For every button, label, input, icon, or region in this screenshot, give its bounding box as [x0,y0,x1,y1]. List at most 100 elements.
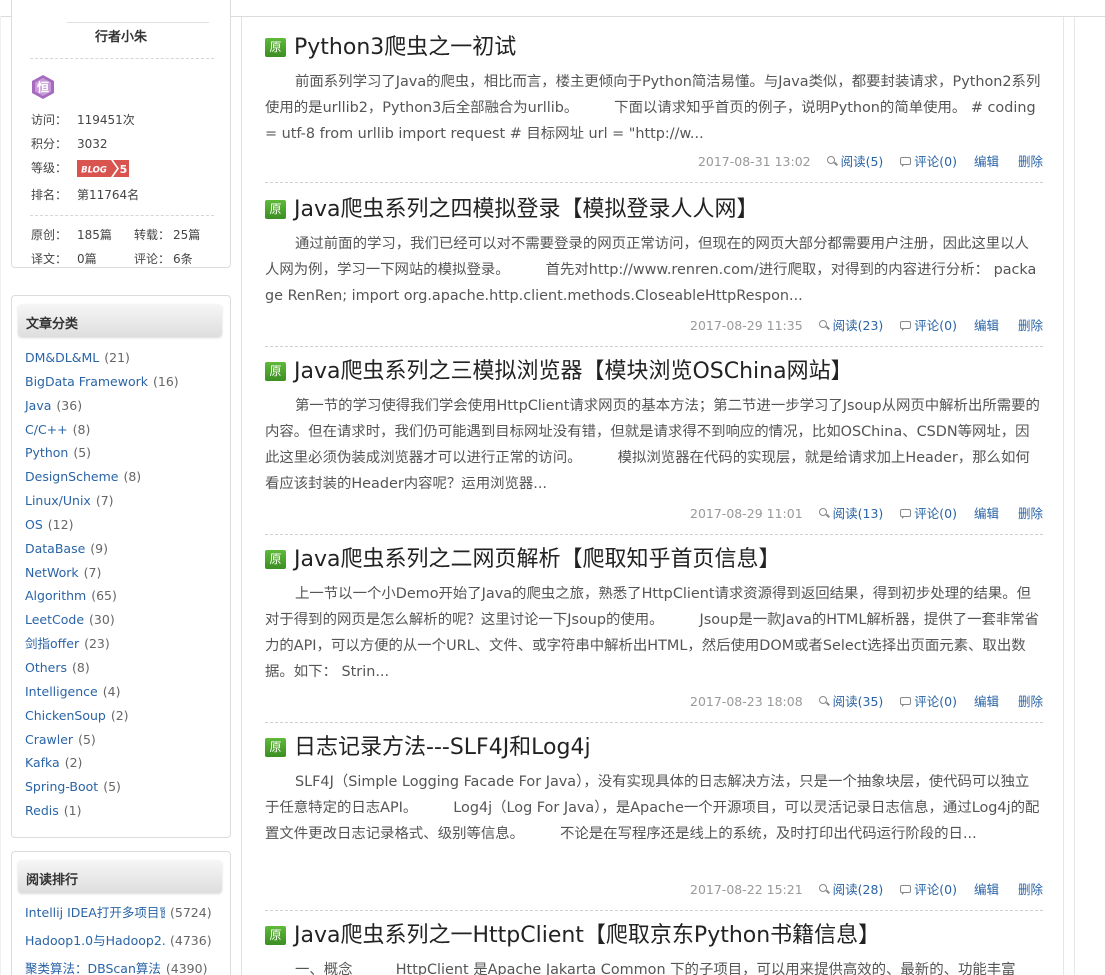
category-item: C/C++ (8) [25,420,179,444]
read-count-link[interactable]: 阅读(5) [841,154,884,169]
comment-count-link[interactable]: 评论(0) [914,506,957,521]
category-item: Intelligence (4) [25,682,179,706]
category-link[interactable]: Intelligence [25,684,98,699]
article-title[interactable]: Java爬虫系列之一HttpClient【爬取京东Python书籍信息】 [294,921,880,951]
category-count: (1) [63,803,82,819]
category-item: Others (8) [25,658,179,682]
read-count-link[interactable]: 阅读(13) [833,506,884,521]
category-item: DesignScheme (8) [25,467,179,491]
article-title[interactable]: Python3爬虫之一初试 [294,33,516,63]
category-count: (12) [47,516,74,532]
category-link[interactable]: C/C++ [25,422,68,437]
category-link[interactable]: Crawler [25,732,73,747]
category-item: Algorithm (65) [25,586,179,610]
category-link[interactable]: 剑指offer [25,636,79,651]
comment-icon [900,508,912,519]
article-separator [265,346,1043,347]
read-count-link[interactable]: 阅读(28) [833,882,884,897]
ranking-link[interactable]: 聚类算法：DBScan算法 [25,959,161,975]
category-link[interactable]: OS [25,517,43,532]
original-badge: 原 [265,926,286,945]
edit-link[interactable]: 编辑 [974,882,999,897]
category-count: (30) [89,612,115,628]
right-divider [1063,17,1064,975]
original-badge: 原 [265,738,286,757]
comment-count-link[interactable]: 评论(0) [914,154,957,169]
original-badge: 原 [265,550,286,569]
read-count-link[interactable]: 阅读(35) [833,694,884,709]
category-link[interactable]: Python [25,445,68,460]
comment-count-link[interactable]: 评论(0) [914,318,957,333]
ranking-list: Intellij IDEA打开多项目窗 (5724) Hadoop1.0与Hadoo… [25,903,212,975]
edit-link[interactable]: 编辑 [974,154,999,169]
category-link[interactable]: BigData Framework [25,374,148,389]
category-link[interactable]: Kafka [25,755,60,770]
right-divider-outer [1074,17,1075,975]
original-badge: 原 [265,38,286,57]
category-item: BigData Framework (16) [25,372,179,396]
ranking-count: (5724) [170,905,212,920]
original-badge: 原 [265,200,286,219]
article-title[interactable]: Java爬虫系列之二网页解析【爬取知乎首页信息】 [294,545,780,575]
article-title[interactable]: Java爬虫系列之四模拟登录【模拟登录人人网】 [294,195,758,225]
edit-link[interactable]: 编辑 [974,694,999,709]
article-summary: 前面系列学习了Java的爬虫，相比而言，楼主更倾向于Python简洁易懂。与Ja… [265,74,1041,142]
category-link[interactable]: Linux/Unix [25,493,91,508]
delete-link[interactable]: 删除 [1018,154,1043,169]
category-panel: 文章分类 DM&DL&ML (21) BigData Framework (16) Ja… [11,295,231,838]
category-link[interactable]: DesignScheme [25,469,118,484]
delete-link[interactable]: 删除 [1018,506,1043,521]
category-item: Kafka (2) [25,753,179,777]
delete-link[interactable]: 删除 [1018,694,1043,709]
count-row-1: 原创： 185篇 转载： 25篇 [31,228,201,242]
article-meta: 2017-08-29 11:35 阅读(23) 评论(0) 编辑 删除 [690,316,1043,336]
article-summary: 第一节的学习使得我们学会使用HttpClient请求网页的基本方法；第二节进一步… [265,398,1040,492]
category-link[interactable]: LeetCode [25,612,84,627]
ranking-item: 聚类算法：DBScan算法 (4390) [25,959,212,975]
category-link[interactable]: Others [25,660,67,675]
category-link[interactable]: NetWork [25,565,79,580]
category-count: (21) [104,350,130,365]
comment-icon [900,696,912,707]
avatar-bottom-line [67,22,209,23]
view-icon [818,508,830,519]
category-item: Redis (1) [25,801,179,825]
edit-link[interactable]: 编辑 [974,506,999,521]
category-count: (2) [64,755,83,771]
delete-link[interactable]: 删除 [1018,882,1043,897]
category-item: LeetCode (30) [25,610,179,634]
ranking-link[interactable]: Hadoop1.0与Hadoop2.0 [25,931,165,951]
category-link[interactable]: Algorithm [25,588,86,603]
ranking-count: (4390) [165,961,208,975]
read-count-link[interactable]: 阅读(23) [833,318,884,333]
category-count: (23) [84,636,110,652]
comment-count-link[interactable]: 评论(0) [914,882,957,897]
category-link[interactable]: DataBase [25,541,85,556]
category-count: (36) [56,397,83,413]
edit-link[interactable]: 编辑 [974,318,999,333]
category-link[interactable]: ChickenSoup [25,708,106,723]
stat-level: 等级： BLOG 5 [31,160,129,177]
article-summary: 一、概念 HttpClient 是Apache Jakarta Common 下… [295,962,1016,975]
article-date: 2017-08-22 15:21 [690,882,803,897]
delete-link[interactable]: 删除 [1018,318,1043,333]
article-title[interactable]: 日志记录方法---SLF4J和Log4j [294,733,591,763]
ranking-item: Intellij IDEA打开多项目窗 (5724) [25,903,212,931]
article-meta: 2017-08-29 11:01 阅读(13) 评论(0) 编辑 删除 [690,504,1043,524]
ranking-item: Hadoop1.0与Hadoop2.0 (4736) [25,931,212,959]
article-title[interactable]: Java爬虫系列之三模拟浏览器【模块浏览OSChina网站】 [294,357,853,387]
profile-panel: 行者小朱 恒 访问： 119451次 积分： 3032 等级： BLOG 5 排名： 第1… [11,0,231,268]
category-link[interactable]: Spring-Boot [25,779,98,794]
view-icon [818,884,830,895]
ranking-link[interactable]: Intellij IDEA打开多项目窗 [25,903,165,923]
category-link[interactable]: Redis [25,803,59,818]
medal-icon[interactable]: 恒 [31,74,55,100]
category-item: NetWork (7) [25,563,179,587]
article-separator [265,182,1043,183]
category-link[interactable]: DM&DL&ML [25,350,99,365]
comment-count-link[interactable]: 评论(0) [914,694,957,709]
main-divider [241,17,242,975]
author-name[interactable]: 行者小朱 [12,26,230,45]
article-date: 2017-08-29 11:35 [690,318,803,333]
category-link[interactable]: Java [25,398,51,413]
